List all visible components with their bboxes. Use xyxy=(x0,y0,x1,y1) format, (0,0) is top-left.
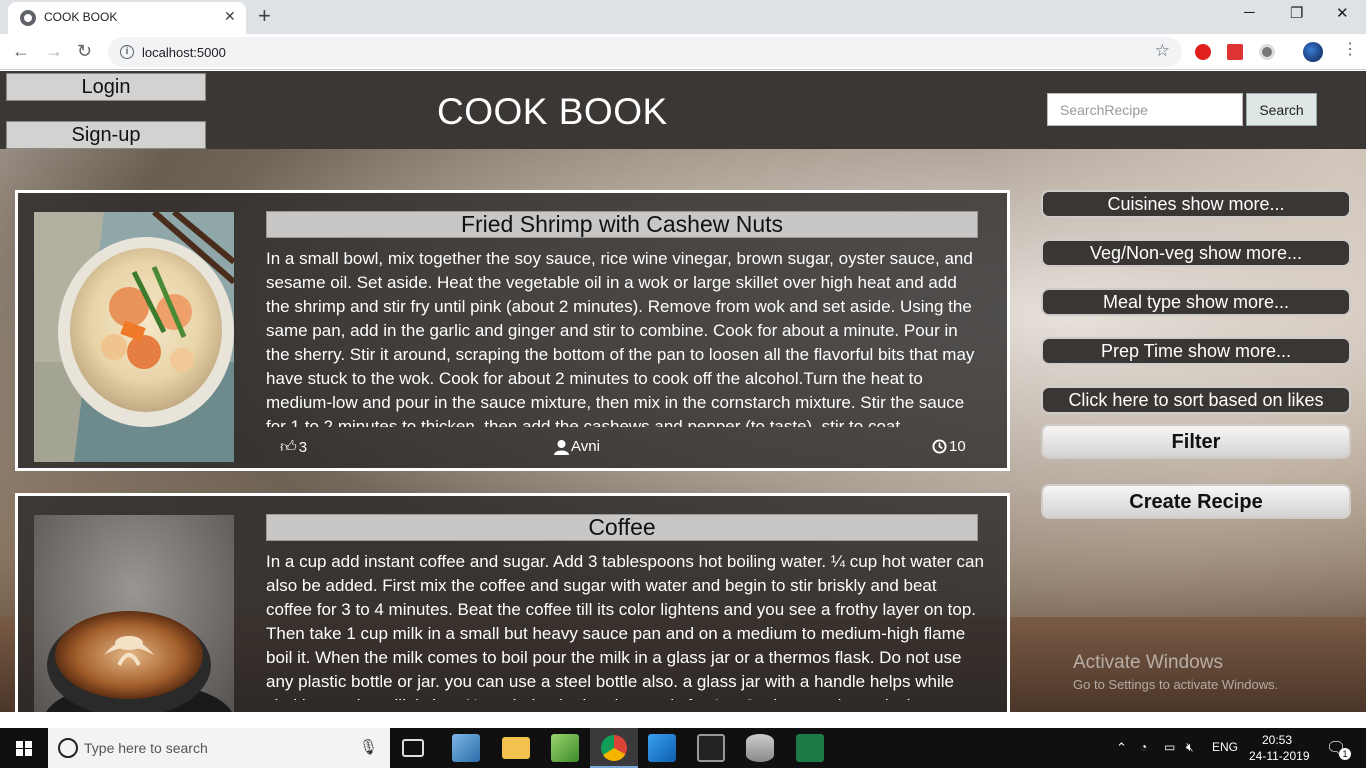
recipe-description: In a cup add instant coffee and sugar. A… xyxy=(266,552,984,700)
signup-button[interactable]: Sign-up xyxy=(6,121,206,149)
clock-date[interactable]: 24-11-2019 xyxy=(1249,749,1310,763)
thumbs-up-icon[interactable]: 👍︎ xyxy=(280,438,297,457)
minimize-icon[interactable]: ─ xyxy=(1244,4,1255,21)
login-button[interactable]: Login xyxy=(6,73,206,101)
forward-icon[interactable]: → xyxy=(45,41,63,61)
database-icon[interactable] xyxy=(746,734,774,762)
info-icon[interactable]: i xyxy=(120,45,134,59)
likes-count[interactable]: 👍︎ 3 xyxy=(280,438,307,457)
likes-value: 3 xyxy=(298,439,308,456)
vscode-icon[interactable] xyxy=(648,734,676,762)
reload-icon[interactable]: ↻ xyxy=(77,41,92,61)
notes-icon[interactable] xyxy=(452,734,480,762)
prep-time-show-more-button[interactable]: Prep Time show more... xyxy=(1041,337,1351,365)
language-indicator[interactable]: ENG xyxy=(1212,740,1238,754)
file-explorer-icon[interactable] xyxy=(502,737,530,759)
network-icon[interactable]: ◔ xyxy=(1140,740,1147,754)
activate-windows-subtitle: Go to Settings to activate Windows. xyxy=(1073,677,1279,692)
globe-icon xyxy=(20,10,36,26)
search-input[interactable] xyxy=(1047,93,1243,126)
url-text[interactable]: localhost:5000 xyxy=(142,45,226,60)
taskbar-search-placeholder: Type here to search xyxy=(84,740,208,756)
site-header: Login Sign-up COOK BOOK Search xyxy=(0,71,1366,149)
sort-by-likes-button[interactable]: Click here to sort based on likes xyxy=(1041,386,1351,414)
veg-nonveg-show-more-button[interactable]: Veg/Non-veg show more... xyxy=(1041,239,1351,267)
microphone-icon[interactable]: 🎙︎ xyxy=(359,738,378,756)
record-icon[interactable] xyxy=(1259,44,1275,60)
user-icon xyxy=(554,439,569,455)
windows-taskbar: Type here to search 🎙︎ ⌃ ◔ ▭ 🔇︎ ENG 20:5… xyxy=(0,728,1366,768)
battery-icon[interactable]: ▭ xyxy=(1164,740,1175,754)
recipe-card[interactable]: Fried Shrimp with Cashew Nuts In a small… xyxy=(15,190,1010,471)
start-button[interactable] xyxy=(0,728,48,768)
activate-windows-title: Activate Windows xyxy=(1073,652,1223,673)
windows-logo-icon xyxy=(16,741,32,756)
profile-globe-icon[interactable] xyxy=(1303,42,1323,62)
task-view-icon[interactable] xyxy=(402,739,424,757)
create-recipe-button[interactable]: Create Recipe xyxy=(1041,484,1351,519)
recipe-image-shrimp xyxy=(34,212,234,462)
address-bar[interactable]: i localhost:5000 ☆ xyxy=(108,37,1182,67)
clock-time[interactable]: 20:53 xyxy=(1262,733,1292,747)
browser-tab[interactable]: COOK BOOK ✕ xyxy=(8,2,246,34)
cuisines-show-more-button[interactable]: Cuisines show more... xyxy=(1041,190,1351,218)
browser-tab-strip: COOK BOOK ✕ + ─ ❐ ✕ xyxy=(0,0,1366,34)
restore-icon[interactable]: ❐ xyxy=(1290,4,1303,22)
cortana-icon xyxy=(58,738,78,758)
page-content: Login Sign-up COOK BOOK SearchRecipe Sea… xyxy=(0,71,1366,712)
terminal-icon[interactable] xyxy=(697,734,725,762)
recipe-card[interactable]: Coffee In a cup add instant coffee and s… xyxy=(15,493,1010,712)
tab-title: COOK BOOK xyxy=(44,10,118,24)
show-hidden-icons-icon[interactable]: ⌃ xyxy=(1116,740,1127,756)
back-icon[interactable]: ← xyxy=(12,41,30,61)
tab-close-icon[interactable]: ✕ xyxy=(224,8,236,25)
excel-icon[interactable] xyxy=(796,734,824,762)
new-tab-button[interactable]: + xyxy=(258,4,271,28)
time-value: 10 xyxy=(949,438,966,455)
site-title: COOK BOOK xyxy=(437,91,668,132)
chrome-icon[interactable] xyxy=(601,735,627,761)
clock-icon xyxy=(932,439,947,454)
recipe-author: Avni xyxy=(554,438,600,455)
filter-button[interactable]: Filter xyxy=(1041,424,1351,459)
recipe-image-coffee xyxy=(34,515,234,712)
recipe-title[interactable]: Coffee xyxy=(266,514,978,541)
volume-mute-icon[interactable]: 🔇︎ xyxy=(1186,740,1194,755)
window-close-icon[interactable]: ✕ xyxy=(1336,4,1349,22)
recipe-title[interactable]: Fried Shrimp with Cashew Nuts xyxy=(266,211,978,238)
notification-badge: 1 xyxy=(1339,748,1351,760)
opera-icon[interactable] xyxy=(1195,44,1211,60)
bookmark-red-icon[interactable] xyxy=(1227,44,1243,60)
prep-time: 10 xyxy=(932,438,966,455)
taskbar-search[interactable]: Type here to search 🎙︎ xyxy=(48,728,390,768)
meal-type-show-more-button[interactable]: Meal type show more... xyxy=(1041,288,1351,316)
recipe-description: In a small bowl, mix together the soy sa… xyxy=(266,249,975,427)
bookmark-star-icon[interactable]: ☆ xyxy=(1155,41,1170,61)
menu-dots-icon[interactable]: ⋮ xyxy=(1342,40,1358,60)
search-button[interactable]: Search xyxy=(1246,93,1317,126)
notepadpp-icon[interactable] xyxy=(551,734,579,762)
browser-toolbar: ← → ↻ i localhost:5000 ☆ ⋮ xyxy=(0,34,1366,70)
author-name: Avni xyxy=(571,438,600,455)
